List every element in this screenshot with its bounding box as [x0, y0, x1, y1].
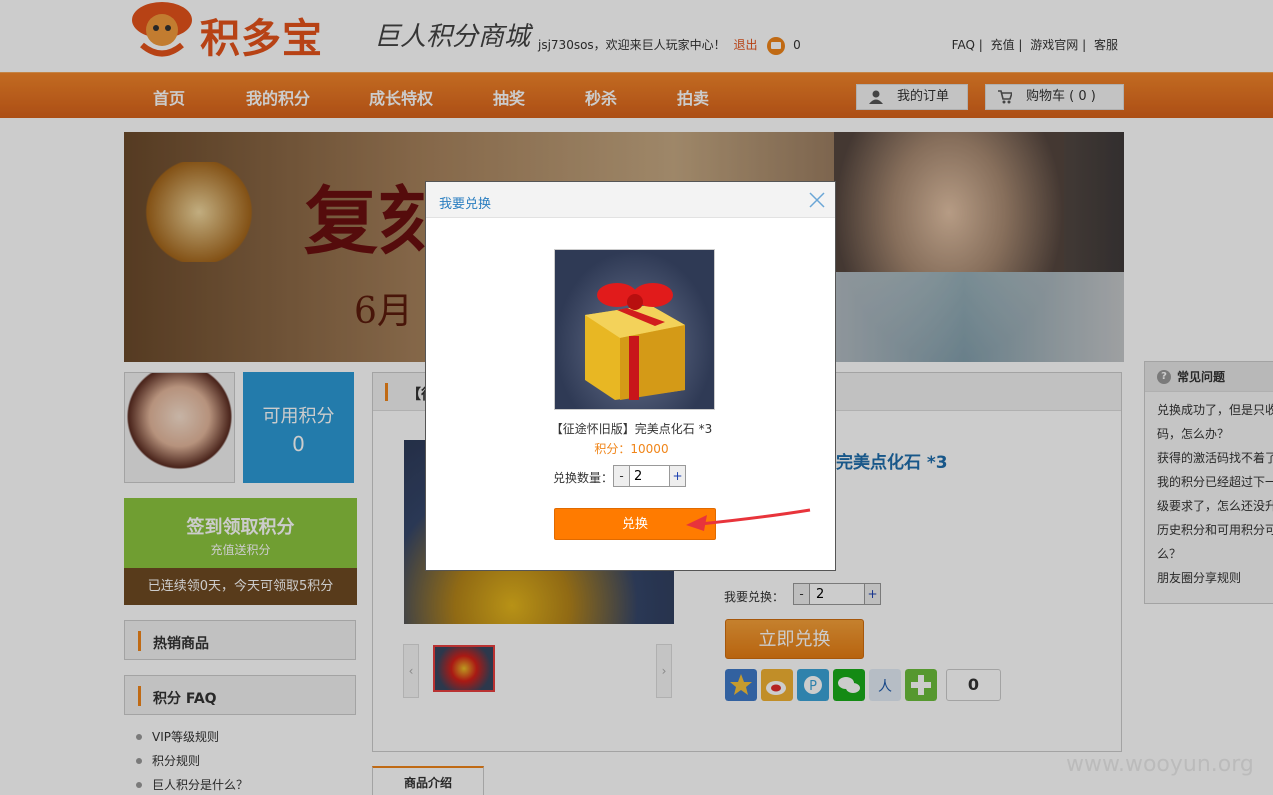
- dialog-item-price: 积分：10000: [594, 442, 669, 456]
- dialog-qty-plus-button[interactable]: +: [669, 466, 685, 486]
- confirm-exchange-button[interactable]: 兑换: [554, 508, 716, 540]
- exchange-dialog: 我要兑换 【征途怀旧版】完美点化石 *3 积分：10000 兑换数量： - + …: [425, 181, 836, 571]
- close-icon[interactable]: [807, 190, 827, 210]
- gift-icon: [585, 283, 685, 400]
- dialog-qty-minus-button[interactable]: -: [614, 466, 630, 486]
- dialog-title: 我要兑换: [439, 197, 492, 212]
- watermark: www.wooyun.org: [1066, 752, 1254, 777]
- dialog-header: 我要兑换: [426, 182, 835, 218]
- dialog-qty-input[interactable]: [630, 467, 670, 485]
- dialog-qty-label: 兑换数量：: [553, 471, 614, 485]
- dialog-qty-stepper[interactable]: - +: [613, 465, 686, 487]
- dialog-item-name: 【征途怀旧版】完美点化石 *3: [550, 422, 713, 436]
- gift-box-image: [554, 249, 715, 410]
